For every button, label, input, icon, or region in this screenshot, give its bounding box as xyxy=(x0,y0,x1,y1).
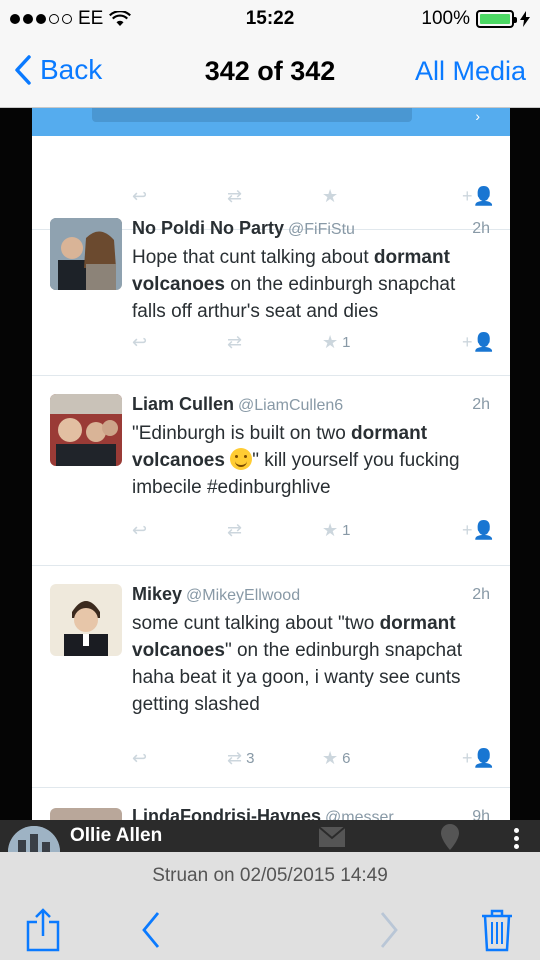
tweet-actions: ↩ ⇄ ★ 1 +👤 xyxy=(132,520,495,550)
tweet-author: Mikey @MikeyEllwood xyxy=(132,584,301,604)
photo-view[interactable]: › ↩ ⇄ ★ +👤 No Poldi No Party @FiFiStu 2h … xyxy=(0,108,540,852)
favorite-count: 1 xyxy=(342,522,351,539)
overlay-icons xyxy=(190,824,470,850)
tweet-actions: ↩ ⇄ ★ 1 +👤 xyxy=(132,332,495,362)
avatar xyxy=(8,826,60,852)
all-media-button[interactable]: All Media xyxy=(415,56,526,87)
tweet-text: "Edinburgh is built on two dormant volca… xyxy=(132,423,460,498)
follow-icon: +👤 xyxy=(462,332,495,352)
tweet-time: 2h xyxy=(472,220,490,237)
retweet-count: 3 xyxy=(246,750,255,767)
retweet-icon: ⇄ xyxy=(227,332,243,352)
charging-bolt-icon xyxy=(520,11,530,27)
previous-button[interactable] xyxy=(126,900,176,960)
share-button[interactable] xyxy=(18,900,68,960)
photo-caption: Struan on 02/05/2015 14:49 xyxy=(0,852,540,900)
battery-icon xyxy=(476,10,517,28)
chevron-right-icon xyxy=(380,912,398,948)
bottom-toolbar xyxy=(0,900,540,960)
favorite-count: 1 xyxy=(342,334,351,351)
tweet: Liam Cullen @LiamCullen6 2h "Edinburgh is… xyxy=(32,376,510,566)
favorite-count: 6 xyxy=(342,750,351,767)
tweet: Mikey @MikeyEllwood 2h some cunt talking … xyxy=(32,566,510,788)
trash-icon xyxy=(482,909,512,952)
follow-icon: +👤 xyxy=(462,748,495,768)
tweet-text: some cunt talking about "two dormant vol… xyxy=(132,613,462,715)
reply-icon: ↩ xyxy=(132,748,148,768)
tweet-time: 2h xyxy=(472,586,490,603)
status-bar: EE 15:22 100% xyxy=(0,0,540,36)
tweet-author: No Poldi No Party @FiFiStu xyxy=(132,218,355,238)
reply-icon: ↩ xyxy=(132,520,148,540)
navigation-bar: Back 342 of 342 All Media xyxy=(0,36,540,108)
tweet-text: Hope that cunt talking about dormant vol… xyxy=(132,247,456,322)
search-field xyxy=(92,108,412,122)
tweet-actions: ↩ ⇄ 3 ★ 6 +👤 xyxy=(132,748,495,778)
chat-overlay-bar: Ollie Allen xyxy=(0,820,540,852)
favorite-button: ★ 6 xyxy=(322,748,351,768)
avatar xyxy=(50,218,122,290)
tweet: No Poldi No Party @FiFiStu 2h Hope that c… xyxy=(32,200,510,376)
battery-percent: 100% xyxy=(421,8,470,29)
overlay-username: Ollie Allen xyxy=(70,825,163,846)
retweet-icon: ⇄ xyxy=(227,520,243,540)
retweet-button: ⇄ 3 xyxy=(227,748,255,768)
favorite-button: ★ 1 xyxy=(322,520,351,540)
reply-icon: ↩ xyxy=(132,332,148,352)
next-button[interactable] xyxy=(364,900,414,960)
delete-button[interactable] xyxy=(472,900,522,960)
chevron-right-icon: › xyxy=(475,108,480,124)
mail-icon xyxy=(318,826,346,847)
chevron-left-icon xyxy=(142,912,160,948)
more-vertical-icon xyxy=(514,828,520,852)
avatar xyxy=(50,584,122,656)
favorite-button: ★ 1 xyxy=(322,332,351,352)
location-icon xyxy=(441,824,459,850)
smiling-emoji-icon xyxy=(230,448,253,470)
avatar xyxy=(50,394,122,466)
follow-icon: +👤 xyxy=(462,520,495,540)
twitter-screenshot: › ↩ ⇄ ★ +👤 No Poldi No Party @FiFiStu 2h … xyxy=(32,108,510,852)
tweet-time: 2h xyxy=(472,396,490,413)
share-icon xyxy=(26,908,60,952)
battery-status: 100% xyxy=(421,8,530,30)
tweet-author: Liam Cullen @LiamCullen6 xyxy=(132,394,344,414)
twitter-header-bar: › xyxy=(32,108,510,136)
